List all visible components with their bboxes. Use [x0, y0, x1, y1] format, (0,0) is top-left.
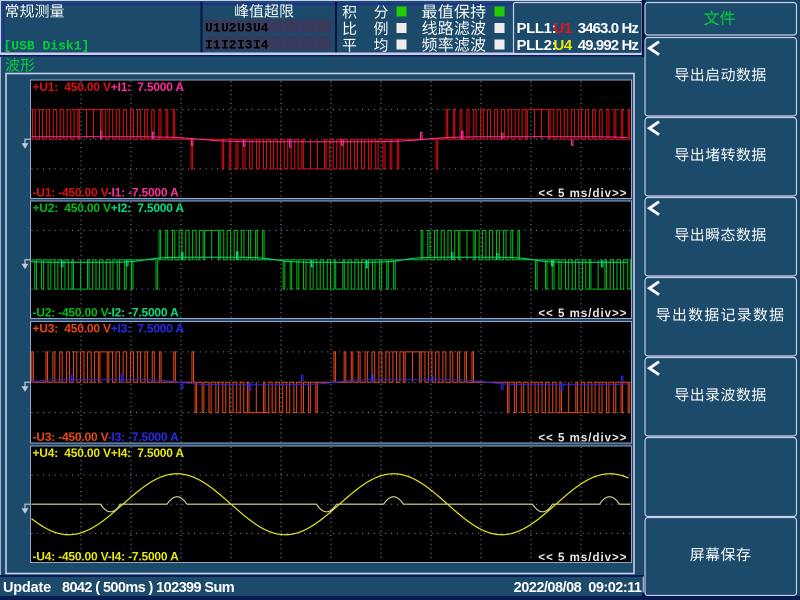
svg-text:+U1: 450.00 V+I1: 7.5000 A: +U1: 450.00 V+I1: 7.5000 A	[33, 80, 185, 94]
svg-text:-U3: -450.00 V-I3: -7.5000 A: -U3: -450.00 V-I3: -7.5000 A	[33, 430, 180, 444]
svg-text:+U2: 450.00 V+I2: 7.5000 A: +U2: 450.00 V+I2: 7.5000 A	[33, 201, 185, 215]
svg-text:I3: I3	[237, 38, 253, 53]
svg-text:<< 5 ms/div>>: << 5 ms/div>>	[538, 433, 627, 445]
svg-text:-U4: -450.00 V-I4: -7.5000 A: -U4: -450.00 V-I4: -7.5000 A	[33, 550, 180, 564]
svg-text:Update: Update	[3, 580, 51, 596]
svg-text:U3: U3	[237, 21, 253, 36]
svg-text:49.992 Hz: 49.992 Hz	[578, 37, 639, 54]
svg-text:PLL1:: PLL1:	[517, 20, 557, 37]
svg-text:<< 5 ms/div>>: << 5 ms/div>>	[538, 188, 627, 200]
svg-text:2022/08/08 09:02:11: 2022/08/08 09:02:11	[514, 580, 642, 596]
svg-text:PLL2:: PLL2:	[517, 37, 557, 54]
svg-text:3463.0 Hz: 3463.0 Hz	[578, 20, 639, 37]
svg-text:<< 5 ms/div>>: << 5 ms/div>>	[538, 308, 627, 320]
svg-text:-U2: -450.00 V-I2: -7.5000 A: -U2: -450.00 V-I2: -7.5000 A	[33, 306, 180, 320]
svg-text:U4: U4	[253, 21, 269, 36]
svg-text:<< 5 ms/div>>: << 5 ms/div>>	[538, 552, 627, 564]
svg-text:U2: U2	[221, 21, 237, 36]
svg-text:+U3: 450.00 V+I3: 7.5000 A: +U3: 450.00 V+I3: 7.5000 A	[33, 322, 185, 336]
svg-text:8042 ( 500ms ) 102399 Sum: 8042 ( 500ms ) 102399 Sum	[62, 580, 234, 596]
svg-text:-U1: -450.00 V-I1: -7.5000 A: -U1: -450.00 V-I1: -7.5000 A	[33, 186, 180, 200]
svg-text:U1: U1	[205, 21, 221, 36]
svg-text:I4: I4	[253, 38, 269, 53]
svg-text:+U4: 450.00 V+I4: 7.5000 A: +U4: 450.00 V+I4: 7.5000 A	[33, 446, 185, 460]
svg-text:U1: U1	[554, 20, 572, 37]
svg-text:[USB Disk1]: [USB Disk1]	[4, 39, 90, 54]
svg-text:I2: I2	[221, 38, 237, 53]
svg-text:I1: I1	[205, 38, 221, 53]
svg-text:U4: U4	[554, 37, 573, 54]
